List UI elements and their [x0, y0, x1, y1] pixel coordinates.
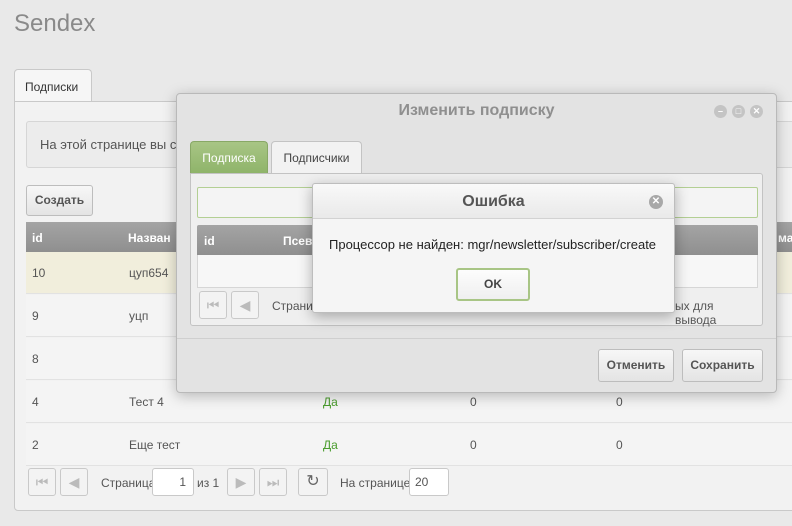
- maximize-icon[interactable]: □: [732, 105, 745, 118]
- cell-name: Тест 4: [129, 395, 164, 409]
- cell-name: Еще тест: [129, 438, 181, 452]
- app-title: Sendex: [14, 10, 96, 37]
- cell-id: 4: [32, 395, 39, 409]
- error-message: Процессор не найден: mgr/newsletter/subs…: [329, 237, 657, 252]
- pager-of-label: из 1: [197, 476, 220, 490]
- column-header-id[interactable]: id: [204, 234, 215, 248]
- cell-active: Да: [323, 395, 338, 409]
- cell-active: Да: [323, 438, 338, 452]
- cancel-button[interactable]: Отменить: [598, 349, 674, 382]
- pager-empty-text: ых для вывода: [675, 299, 717, 327]
- table-row[interactable]: 2 Еще тест Да 0 0: [26, 424, 792, 466]
- next-page-icon[interactable]: ▶: [227, 468, 255, 496]
- edit-window-title: Изменить подписку: [398, 102, 555, 119]
- column-header-id[interactable]: id: [32, 231, 43, 245]
- tab-subscribers[interactable]: Подписчики: [271, 141, 362, 173]
- first-page-icon[interactable]: ⏮: [28, 468, 56, 496]
- first-page-icon[interactable]: ⏮: [199, 291, 227, 319]
- cell-count: 0: [470, 395, 477, 409]
- prev-page-icon[interactable]: ◀: [231, 291, 259, 319]
- column-header-name[interactable]: Назван: [128, 231, 171, 245]
- error-dialog: Ошибка ✕ Процессор не найден: mgr/newsle…: [312, 183, 675, 313]
- per-page-label: На странице:: [340, 476, 414, 490]
- column-header-alias[interactable]: Псев: [283, 234, 312, 248]
- ok-button[interactable]: OK: [456, 268, 530, 301]
- cell-count: 0: [616, 395, 623, 409]
- column-header-extra[interactable]: ма: [778, 231, 792, 245]
- cell-name: цуп654: [129, 266, 169, 280]
- last-page-icon[interactable]: ⏭: [259, 468, 287, 496]
- close-icon[interactable]: ✕: [649, 195, 663, 209]
- error-dialog-title: Ошибка: [313, 184, 674, 219]
- save-button[interactable]: Сохранить: [682, 349, 763, 382]
- per-page-input[interactable]: 20: [409, 468, 449, 496]
- prev-page-icon[interactable]: ◀: [60, 468, 88, 496]
- cell-id: 10: [32, 266, 46, 280]
- cell-count: 0: [616, 438, 623, 452]
- cell-id: 2: [32, 438, 39, 452]
- tab-subscriptions[interactable]: Подписки: [14, 69, 92, 102]
- minimize-icon[interactable]: –: [714, 105, 727, 118]
- refresh-icon[interactable]: ↻: [298, 468, 328, 496]
- window-footer-divider: [177, 338, 776, 339]
- cell-id: 8: [32, 352, 39, 366]
- page-number-input[interactable]: 1: [152, 468, 194, 496]
- cell-name: уцп: [129, 309, 149, 323]
- create-button[interactable]: Создать: [26, 185, 93, 216]
- tab-subscription[interactable]: Подписка: [190, 141, 268, 173]
- cell-id: 9: [32, 309, 39, 323]
- pager-page-label: Страница: [101, 476, 156, 490]
- close-icon[interactable]: ✕: [750, 105, 763, 118]
- cell-count: 0: [470, 438, 477, 452]
